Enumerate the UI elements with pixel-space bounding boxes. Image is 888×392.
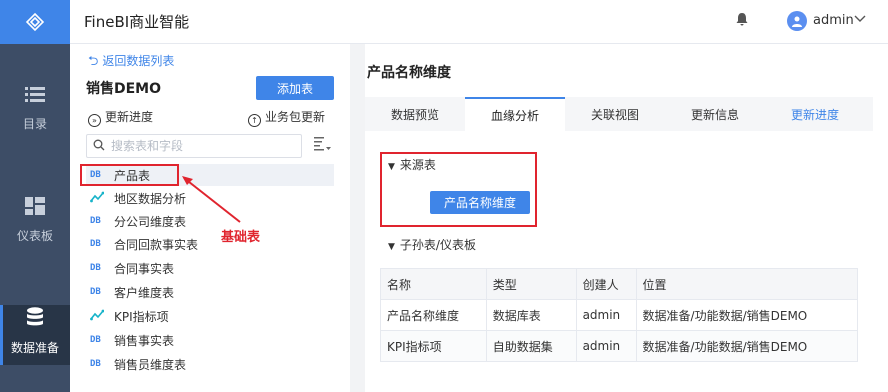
table-item[interactable]: KPI指标项 <box>86 305 334 327</box>
annotation-label: 基础表 <box>221 230 261 245</box>
table-cell: 数据准备/功能数据/销售DEMO <box>635 330 859 362</box>
table-name: KPI指标项 <box>114 309 169 324</box>
update-progress-link[interactable]: » 更新进度 <box>88 108 153 127</box>
logo-icon[interactable] <box>0 0 70 44</box>
table-name: 客户维度表 <box>114 285 175 300</box>
caret-down-icon: ▼ <box>388 242 395 252</box>
column-header: 创建人 <box>575 268 637 300</box>
left-nav: 目录 仪表板 数据准备 <box>0 0 70 392</box>
table-name: 分公司维度表 <box>114 214 187 229</box>
table-cell: 产品名称维度 <box>380 299 487 331</box>
bell-icon[interactable] <box>736 12 748 30</box>
table-name: 合同事实表 <box>114 261 175 276</box>
nav-item-data-prep[interactable]: 数据准备 <box>0 305 70 365</box>
list-icon <box>25 87 45 107</box>
column-header: 类型 <box>485 268 577 300</box>
table-item[interactable]: DB 销售员维度表 <box>86 353 334 375</box>
detail-title: 产品名称维度 <box>367 65 451 81</box>
tab-update-info[interactable]: 更新信息 <box>665 97 765 131</box>
database-icon <box>26 307 44 331</box>
source-table-toggle[interactable]: ▼ 来源表 <box>388 156 436 173</box>
annotation-arrow <box>182 176 241 223</box>
highlight-box <box>80 164 179 186</box>
nav-item-label: 仪表板 <box>16 229 53 243</box>
column-header: 位置 <box>635 268 859 300</box>
lineage-table: 名称 类型 创建人 位置 产品名称维度 数据库表 admin 数据准备/功能数据… <box>380 268 859 362</box>
upload-icon: ↑ <box>248 114 261 127</box>
source-table-button[interactable]: 产品名称维度 <box>430 191 530 214</box>
table-row[interactable]: KPI指标项 自助数据集 admin 数据准备/功能数据/销售DEMO <box>380 330 859 362</box>
table-item[interactable]: DB 合同回款事实表 <box>86 233 334 255</box>
sort-icon[interactable] <box>314 136 332 156</box>
table-name: 销售事实表 <box>114 333 175 348</box>
active-indicator <box>0 305 3 365</box>
self-dataset-icon <box>90 191 106 206</box>
self-dataset-icon <box>90 309 106 324</box>
tab-relation-view[interactable]: 关联视图 <box>565 97 665 131</box>
table-cell: KPI指标项 <box>380 330 487 362</box>
table-header-row: 名称 类型 创建人 位置 <box>380 268 859 300</box>
table-row[interactable]: 产品名称维度 数据库表 admin 数据准备/功能数据/销售DEMO <box>380 299 859 331</box>
db-table-icon: DB <box>90 335 101 345</box>
nav-item-label: 目录 <box>22 117 47 131</box>
table-name: 销售员维度表 <box>114 357 187 372</box>
tab-data-preview[interactable]: 数据预览 <box>365 97 465 131</box>
table-item[interactable]: DB 销售事实表 <box>86 329 334 351</box>
db-table-icon: DB <box>90 287 101 297</box>
double-chevron-icon: » <box>88 114 101 127</box>
dashboard-icon <box>25 197 45 219</box>
db-table-icon: DB <box>90 239 101 249</box>
db-table-icon: DB <box>90 263 101 273</box>
add-table-button[interactable]: 添加表 <box>256 76 334 100</box>
child-table-toggle[interactable]: ▼ 子孙表/仪表板 <box>388 236 476 253</box>
table-item[interactable]: DB 客户维度表 <box>86 281 334 303</box>
db-table-icon: DB <box>90 216 101 226</box>
back-to-list-link[interactable]: ⮌ 返回数据列表 <box>88 52 174 74</box>
table-item[interactable]: DB 合同事实表 <box>86 257 334 279</box>
search-box[interactable] <box>86 134 302 158</box>
back-arrow-icon: ⮌ <box>88 54 99 69</box>
top-bar: FineBI商业智能 admin <box>70 0 888 44</box>
db-table-icon: DB <box>90 359 101 369</box>
table-name: 合同回款事实表 <box>114 237 199 252</box>
column-header: 名称 <box>380 268 487 300</box>
table-cell: 数据准备/功能数据/销售DEMO <box>635 299 859 331</box>
caret-down-icon: ▼ <box>388 162 395 172</box>
search-icon <box>93 139 105 154</box>
table-cell: 自助数据集 <box>485 330 577 362</box>
table-cell: admin <box>575 299 637 331</box>
table-cell: admin <box>575 330 637 362</box>
package-name: 销售DEMO <box>86 81 162 97</box>
username[interactable]: admin <box>813 13 854 28</box>
search-input[interactable] <box>111 139 291 153</box>
tab-update-progress[interactable]: 更新进度 <box>765 97 865 131</box>
nav-item-catalog[interactable]: 目录 <box>0 87 70 147</box>
avatar[interactable] <box>787 11 807 31</box>
chevron-down-icon[interactable] <box>854 13 866 26</box>
table-name: 地区数据分析 <box>114 191 187 206</box>
table-cell: 数据库表 <box>485 299 577 331</box>
tab-lineage[interactable]: 血缘分析 <box>465 97 565 131</box>
app-title: FineBI商业智能 <box>84 13 190 31</box>
business-package-update-link[interactable]: ↑ 业务包更新 <box>248 108 325 127</box>
nav-item-label: 数据准备 <box>10 341 59 355</box>
nav-item-dashboard[interactable]: 仪表板 <box>0 197 70 257</box>
